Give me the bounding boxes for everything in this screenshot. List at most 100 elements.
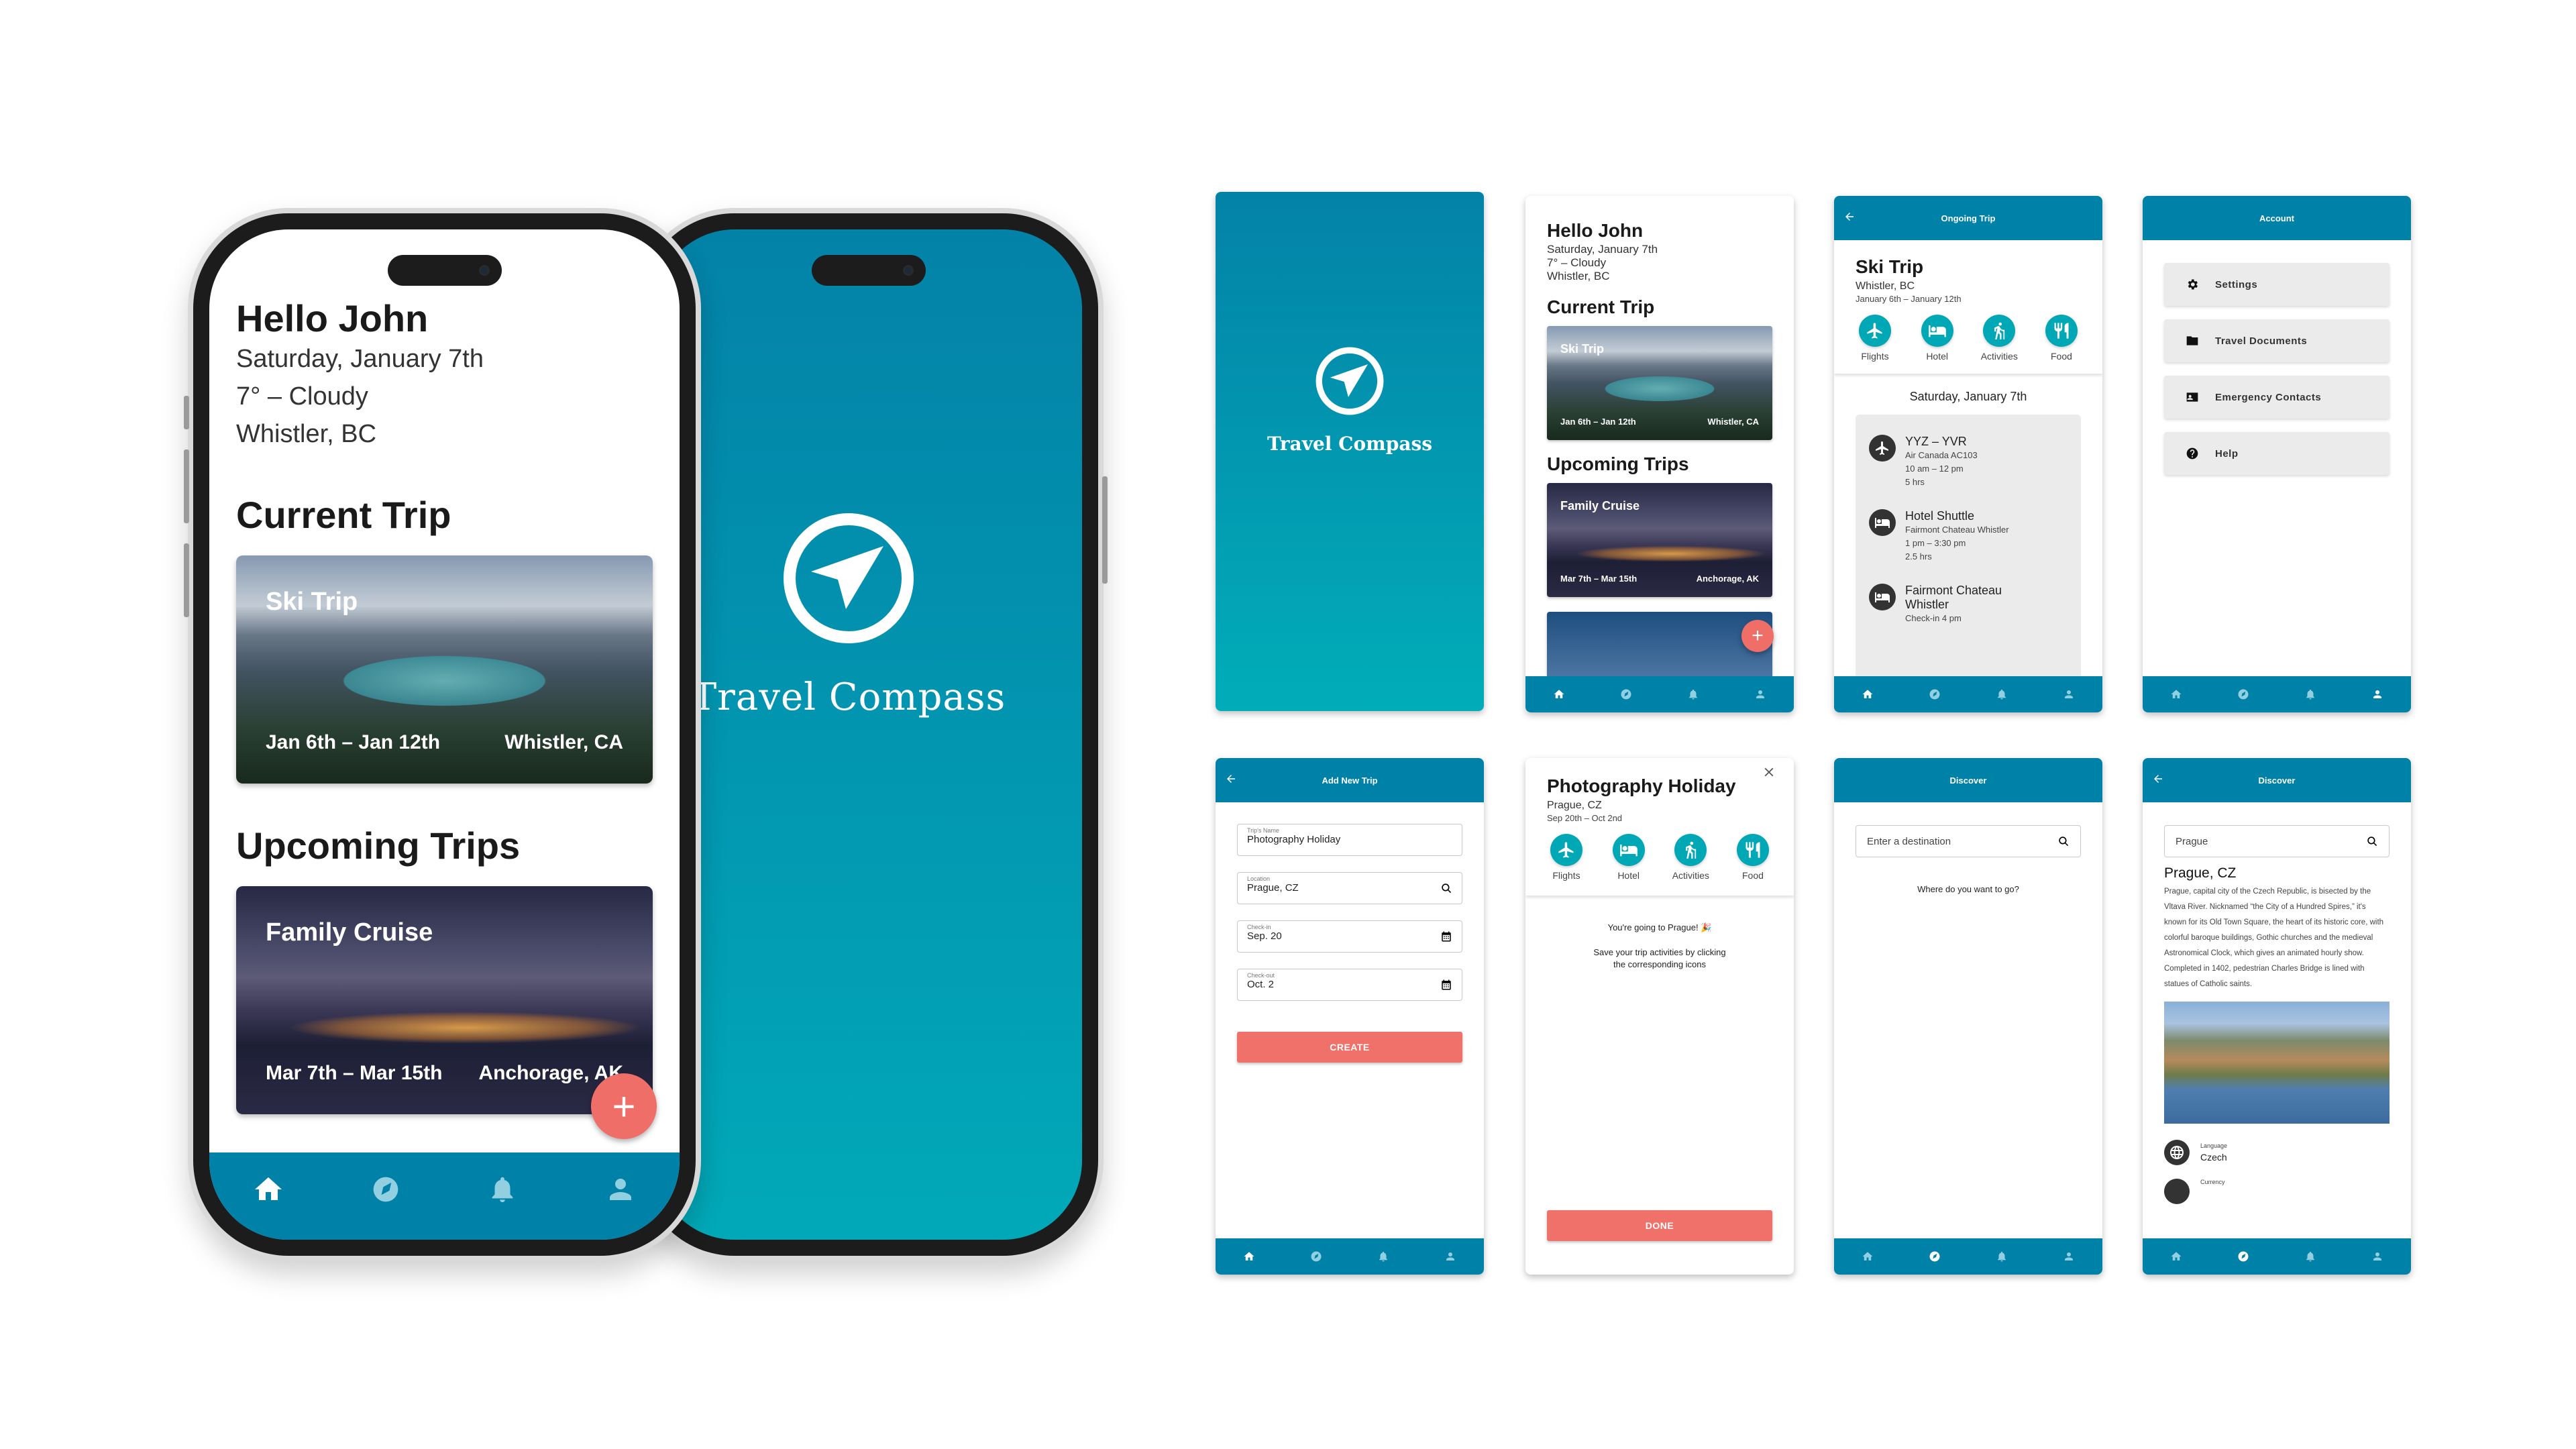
nav-home[interactable]	[1862, 688, 1874, 700]
nav-home[interactable]	[1862, 1250, 1874, 1263]
check-in-field[interactable]: Check-in Sep. 20	[1237, 920, 1462, 953]
app-bar: Ongoing Trip	[1834, 196, 2102, 240]
bed-icon	[1928, 321, 1947, 340]
trip-title: Photography Holiday	[1547, 775, 1736, 796]
greeting: Hello John	[236, 297, 429, 339]
nav-account[interactable]	[604, 1173, 637, 1205]
check-out-field[interactable]: Check-out Oct. 2	[1237, 969, 1462, 1001]
back-arrow-icon[interactable]	[2152, 773, 2164, 785]
bottom-nav	[209, 1152, 680, 1240]
currency-icon	[2164, 1179, 2190, 1204]
mini-discover-result-screen: Discover Prague Prague, CZ Prague, capit…	[2143, 758, 2411, 1275]
nav-home[interactable]	[2170, 688, 2182, 700]
weather: 7° – Cloudy	[236, 382, 368, 411]
nav-account[interactable]	[1444, 1250, 1456, 1263]
nav-notifications[interactable]	[1377, 1250, 1389, 1263]
itinerary-item[interactable]: Hotel Shuttle Fairmont Chateau Whistler …	[1869, 509, 2068, 564]
nav-home[interactable]	[1243, 1250, 1255, 1263]
category-activities[interactable]: Activities	[1671, 834, 1710, 881]
trip-card-cruise[interactable]: Family Cruise Mar 7th – Mar 15th Anchora…	[236, 886, 653, 1114]
category-flights[interactable]: Flights	[1856, 315, 1894, 362]
nav-notifications[interactable]	[1996, 1250, 2008, 1263]
trip-card-cruise[interactable]: Family Cruise Mar 7th – Mar 15th Anchora…	[1547, 483, 1772, 597]
hiker-icon	[1681, 841, 1700, 859]
trip-card-ski[interactable]: Ski Trip Jan 6th – Jan 12th Whistler, CA	[1547, 326, 1772, 440]
back-arrow-icon[interactable]	[1843, 211, 1856, 223]
category-flights[interactable]: Flights	[1547, 834, 1586, 881]
add-trip-button[interactable]: +	[591, 1073, 657, 1139]
trip-title: Family Cruise	[266, 918, 433, 947]
itinerary-item[interactable]: YYZ – YVR Air Canada AC103 10 am – 12 pm…	[1869, 435, 2068, 489]
calendar-icon[interactable]	[1440, 979, 1452, 991]
search-icon[interactable]	[2366, 835, 2378, 847]
nav-notifications[interactable]	[487, 1174, 518, 1205]
nav-discover[interactable]	[2237, 1250, 2249, 1263]
itinerary-list: YYZ – YVR Air Canada AC103 10 am – 12 pm…	[1856, 415, 2081, 696]
nav-notifications[interactable]	[2304, 1250, 2316, 1263]
compass-icon	[1310, 1250, 1322, 1263]
app-bar-title: Discover	[1949, 775, 1987, 786]
category-food[interactable]: Food	[1733, 834, 1772, 881]
app-bar-title: Add New Trip	[1322, 775, 1378, 786]
plus-icon: +	[612, 1083, 636, 1129]
home-icon	[1243, 1250, 1255, 1263]
phone-side-button	[184, 396, 189, 429]
help-icon	[2186, 447, 2199, 460]
nav-notifications[interactable]	[1687, 688, 1699, 700]
calendar-icon[interactable]	[1440, 930, 1452, 943]
menu-travel-documents[interactable]: Travel Documents	[2164, 319, 2390, 362]
bed-icon	[1619, 841, 1638, 859]
bell-icon	[2304, 688, 2316, 700]
trip-dates: January 6th – January 12th	[1856, 294, 1962, 304]
nav-account[interactable]	[1754, 688, 1766, 700]
category-hotel[interactable]: Hotel	[1609, 834, 1648, 881]
mini-discover-screen: Discover Enter a destination Where do yo…	[1834, 758, 2102, 1275]
nav-notifications[interactable]	[1996, 688, 2008, 700]
done-button[interactable]: DONE	[1547, 1210, 1772, 1241]
location-field[interactable]: Location Prague, CZ	[1237, 872, 1462, 904]
category-food[interactable]: Food	[2042, 315, 2081, 362]
nav-discover[interactable]	[2237, 688, 2249, 700]
nav-account[interactable]	[2371, 1250, 2383, 1263]
nav-home[interactable]	[252, 1173, 284, 1205]
menu-help[interactable]: Help	[2164, 432, 2390, 475]
itinerary-item[interactable]: Fairmont Chateau Whistler Check-in 4 pm	[1869, 584, 2068, 625]
add-trip-button[interactable]: +	[1741, 620, 1774, 652]
app-bar: Add New Trip	[1216, 758, 1484, 802]
search-icon[interactable]	[2057, 835, 2070, 847]
home-icon	[2170, 688, 2182, 700]
home-icon	[1553, 688, 1565, 700]
greeting: Hello John	[1547, 220, 1644, 241]
nav-discover[interactable]	[1929, 688, 1941, 700]
nav-discover[interactable]	[371, 1175, 400, 1204]
bell-icon	[1377, 1250, 1389, 1263]
nav-discover[interactable]	[1620, 688, 1632, 700]
category-hotel[interactable]: Hotel	[1918, 315, 1957, 362]
home-screen: Hello John Saturday, January 7th 7° – Cl…	[209, 229, 680, 1240]
nav-account[interactable]	[2063, 688, 2075, 700]
create-button[interactable]: CREATE	[1237, 1032, 1462, 1063]
nav-account[interactable]	[2063, 1250, 2075, 1263]
nav-home[interactable]	[1553, 688, 1565, 700]
category-activities[interactable]: Activities	[1980, 315, 2019, 362]
trip-name-field[interactable]: Trip's Name Photography Holiday	[1237, 824, 1462, 856]
nav-discover[interactable]	[1310, 1250, 1322, 1263]
trip-title: Ski Trip	[266, 588, 358, 616]
person-icon	[2371, 1250, 2383, 1263]
bell-icon	[1687, 688, 1699, 700]
trip-dates: Mar 7th – Mar 15th	[266, 1062, 443, 1084]
nav-account[interactable]	[2371, 688, 2383, 700]
home-icon	[1862, 1250, 1874, 1263]
trip-card-ski[interactable]: Ski Trip Jan 6th – Jan 12th Whistler, CA	[236, 555, 653, 784]
back-arrow-icon[interactable]	[1225, 773, 1237, 785]
close-icon[interactable]	[1762, 765, 1776, 780]
destination-search-input[interactable]: Prague	[2164, 825, 2390, 857]
menu-settings[interactable]: Settings	[2164, 263, 2390, 306]
menu-emergency-contacts[interactable]: Emergency Contacts	[2164, 376, 2390, 419]
destination-search-input[interactable]: Enter a destination	[1856, 825, 2081, 857]
nav-home[interactable]	[2170, 1250, 2182, 1263]
search-icon[interactable]	[1440, 882, 1452, 894]
nav-discover[interactable]	[1929, 1250, 1941, 1263]
nav-notifications[interactable]	[2304, 688, 2316, 700]
compass-icon	[2237, 688, 2249, 700]
